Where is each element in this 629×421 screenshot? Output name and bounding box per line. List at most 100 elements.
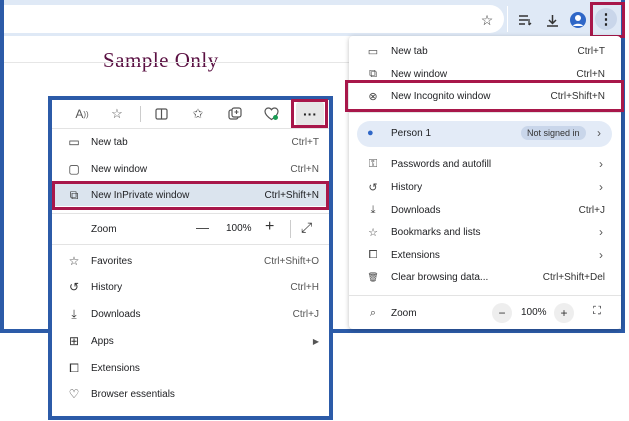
chrome-menu-extensions[interactable]: ⧠ Extensions › bbox=[349, 244, 621, 266]
chevron-right-icon: › bbox=[599, 180, 603, 194]
zoom-plus-button[interactable]: + bbox=[265, 218, 274, 236]
favorites-bar-icon[interactable]: ✩ bbox=[188, 104, 208, 124]
menu-separator bbox=[52, 128, 329, 129]
edge-menu-browser-essentials[interactable]: ♡ Browser essentials bbox=[52, 383, 329, 405]
menu-separator bbox=[52, 213, 329, 214]
profile-icon[interactable] bbox=[570, 12, 586, 28]
menu-label: Zoom bbox=[391, 307, 417, 319]
menu-label: Extensions bbox=[91, 362, 140, 374]
chrome-menu-new-tab[interactable]: ▭ New tab Ctrl+T bbox=[349, 40, 621, 62]
favorites-icon: ☆ bbox=[68, 254, 80, 268]
zoom-value: 100% bbox=[521, 307, 547, 318]
apps-icon: ⊞ bbox=[68, 334, 80, 348]
menu-separator bbox=[52, 244, 329, 245]
bookmark-star-icon: ☆ bbox=[368, 226, 378, 239]
page-divider bbox=[4, 62, 349, 63]
menu-label: Extensions bbox=[391, 249, 440, 261]
zoom-icon: ⌕ bbox=[369, 306, 377, 319]
chrome-menu-bookmarks[interactable]: ☆ Bookmarks and lists › bbox=[349, 221, 621, 243]
menu-shortcut: Ctrl+T bbox=[291, 136, 320, 148]
chrome-more-highlight bbox=[590, 2, 625, 38]
edge-menu-new-tab[interactable]: ▭ New tab Ctrl+T bbox=[52, 131, 329, 153]
reading-list-icon[interactable] bbox=[516, 11, 534, 29]
history-icon: ↺ bbox=[368, 181, 378, 194]
zoom-minus-button[interactable]: — bbox=[196, 220, 209, 235]
sample-only-watermark: Sample Only bbox=[103, 48, 219, 72]
new-window-icon: ▢ bbox=[68, 162, 80, 176]
read-aloud-icon[interactable]: A)) bbox=[72, 104, 92, 124]
person-icon: ● bbox=[367, 127, 374, 139]
download-icon[interactable] bbox=[543, 11, 561, 29]
menu-label: New tab bbox=[391, 45, 428, 57]
chrome-menu-passwords[interactable]: ⚿ Passwords and autofill › bbox=[349, 153, 621, 175]
menu-label: Browser essentials bbox=[91, 388, 175, 400]
chrome-menu-person[interactable]: ● Person 1 Not signed in › bbox=[357, 121, 612, 147]
extensions-icon: ⧠ bbox=[69, 360, 79, 375]
menu-label: Passwords and autofill bbox=[391, 158, 492, 170]
menu-shortcut: Ctrl+J bbox=[578, 204, 605, 216]
fullscreen-icon[interactable]: ⛶ bbox=[587, 305, 607, 321]
collections-icon[interactable] bbox=[225, 104, 245, 124]
chevron-right-icon: › bbox=[599, 225, 603, 239]
edge-menu-new-window[interactable]: ▢ New window Ctrl+N bbox=[52, 158, 329, 180]
menu-separator bbox=[349, 112, 621, 113]
chrome-menu-clear-browsing-data[interactable]: 🗑 Clear browsing data... Ctrl+Shift+Del bbox=[349, 266, 621, 288]
extensions-icon: ⧠ bbox=[368, 248, 378, 261]
menu-label: Zoom bbox=[91, 223, 117, 235]
menu-label: New window bbox=[391, 68, 448, 80]
edge-menu-apps[interactable]: ⊞ Apps ▶ bbox=[52, 330, 329, 352]
menu-label: History bbox=[91, 281, 123, 293]
edge-menu-zoom: Zoom — 100% + ⤢ bbox=[52, 217, 329, 241]
chevron-right-icon: › bbox=[599, 248, 603, 262]
toolbar-divider bbox=[507, 6, 508, 32]
chrome-menu-zoom: ⌕ Zoom − 100% + ⛶ bbox=[349, 301, 621, 325]
trash-icon: 🗑 bbox=[367, 271, 379, 282]
menu-shortcut: Ctrl+N bbox=[290, 163, 319, 175]
menu-separator bbox=[349, 295, 621, 296]
person-name: Person 1 bbox=[391, 128, 432, 139]
menu-label: Bookmarks and lists bbox=[391, 226, 481, 238]
menu-label: Downloads bbox=[391, 204, 441, 216]
not-signed-in-badge: Not signed in bbox=[521, 126, 586, 140]
menu-label: Downloads bbox=[91, 308, 141, 320]
chevron-right-icon: ▶ bbox=[312, 336, 319, 346]
zoom-value: 100% bbox=[226, 223, 252, 234]
address-bar[interactable] bbox=[4, 5, 504, 33]
new-tab-icon: ▭ bbox=[68, 135, 80, 149]
inprivate-highlight bbox=[52, 181, 329, 210]
incognito-highlight bbox=[345, 80, 624, 112]
chrome-menu-downloads[interactable]: ⤓ Downloads Ctrl+J bbox=[349, 199, 621, 221]
star-icon[interactable]: ☆ bbox=[478, 11, 496, 29]
fullscreen-icon[interactable]: ⤢ bbox=[301, 219, 312, 236]
menu-label: New window bbox=[91, 163, 148, 175]
split-screen-icon[interactable] bbox=[151, 104, 171, 124]
chevron-right-icon: › bbox=[599, 157, 603, 171]
menu-shortcut: Ctrl+J bbox=[292, 308, 319, 320]
key-icon: ⚿ bbox=[368, 157, 378, 170]
new-tab-icon: ▭ bbox=[367, 45, 379, 58]
menu-label: Favorites bbox=[91, 255, 133, 267]
menu-shortcut: Ctrl+T bbox=[577, 45, 606, 57]
toolbar-divider bbox=[140, 106, 141, 122]
menu-label: Clear browsing data... bbox=[391, 271, 489, 283]
edge-menu-favorites[interactable]: ☆ Favorites Ctrl+Shift+O bbox=[52, 250, 329, 272]
zoom-minus-button[interactable]: − bbox=[492, 303, 512, 323]
heart-pulse-icon: ♡ bbox=[68, 387, 80, 401]
menu-shortcut: Ctrl+H bbox=[290, 281, 319, 293]
menu-label: Apps bbox=[91, 335, 114, 347]
history-icon: ↺ bbox=[68, 280, 80, 294]
favorite-star-icon[interactable]: ☆ bbox=[107, 104, 127, 124]
chrome-menu-history[interactable]: ↺ History › bbox=[349, 176, 621, 198]
browser-essentials-icon[interactable] bbox=[261, 104, 281, 124]
edge-menu-downloads[interactable]: ⤓ Downloads Ctrl+J bbox=[52, 303, 329, 325]
download-icon: ⤓ bbox=[370, 203, 376, 216]
menu-label: New tab bbox=[91, 136, 128, 148]
edge-menu-history[interactable]: ↺ History Ctrl+H bbox=[52, 276, 329, 298]
menu-shortcut: Ctrl+N bbox=[576, 68, 605, 80]
download-icon: ⤓ bbox=[71, 306, 77, 321]
chevron-right-icon: › bbox=[597, 126, 601, 140]
menu-label: History bbox=[391, 181, 423, 193]
edge-menu-extensions[interactable]: ⧠ Extensions bbox=[52, 357, 329, 379]
zoom-divider bbox=[290, 220, 291, 238]
zoom-plus-button[interactable]: + bbox=[554, 303, 574, 323]
